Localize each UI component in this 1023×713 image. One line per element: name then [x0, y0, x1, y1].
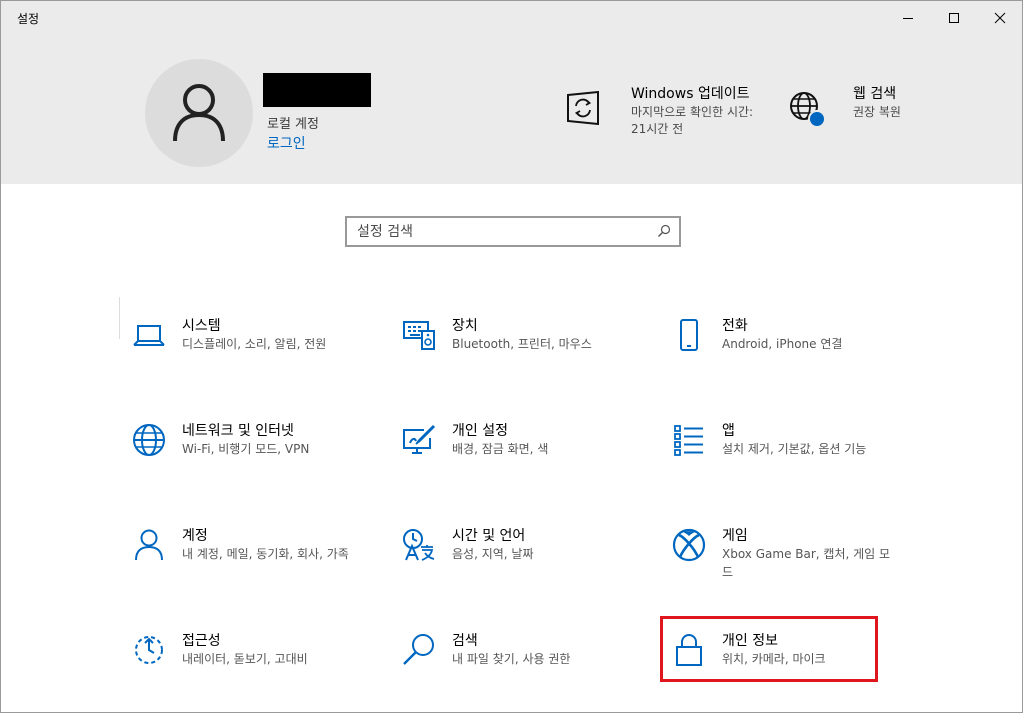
- tile-title: 장치: [452, 318, 478, 334]
- globe-icon: [790, 92, 826, 128]
- tile-title: 계정: [182, 528, 208, 544]
- maximize-icon: [949, 13, 959, 23]
- tile-subtitle: 내 파일 찾기, 사용 권한: [452, 652, 571, 666]
- close-button[interactable]: [977, 1, 1022, 35]
- maximize-button[interactable]: [931, 1, 977, 35]
- tile-system[interactable]: 시스템 디스플레이, 소리, 알림, 전원: [131, 315, 381, 385]
- tile-title: 개인 정보: [722, 633, 778, 649]
- devices-icon: [401, 317, 437, 353]
- tile-subtitle: 내레이터, 돋보기, 고대비: [182, 652, 308, 666]
- laptop-icon: [131, 317, 167, 353]
- tile-subtitle: 음성, 지역, 날짜: [452, 547, 534, 561]
- web-search-shortcut[interactable]: 웹 검색 권장 복원: [783, 77, 923, 147]
- tile-network[interactable]: 네트워크 및 인터넷 Wi-Fi, 비행기 모드, VPN: [131, 420, 381, 490]
- tile-title: 검색: [452, 633, 478, 649]
- windows-update-status: 마지막으로 확인한 시간: 21시간 전: [631, 105, 754, 136]
- lock-icon: [671, 632, 707, 668]
- tile-phone[interactable]: 전화 Android, iPhone 연결: [671, 315, 921, 385]
- search-input[interactable]: [347, 218, 679, 245]
- avatar[interactable]: [145, 59, 253, 167]
- tile-personalization[interactable]: 개인 설정 배경, 잠금 화면, 색: [401, 420, 651, 490]
- tile-search[interactable]: 검색 내 파일 찾기, 사용 권한: [401, 630, 651, 700]
- tile-devices[interactable]: 장치 Bluetooth, 프린터, 마우스: [401, 315, 651, 385]
- settings-window: 설정 로컬 계정 로그인 Windows 업데이트 마지막으로 확인한 시간: …: [0, 0, 1023, 713]
- account-type-label: 로컬 계정: [267, 117, 319, 132]
- tile-subtitle: Bluetooth, 프린터, 마우스: [452, 337, 592, 351]
- tile-subtitle: 내 계정, 메일, 동기화, 회사, 가족: [182, 547, 349, 561]
- phone-icon: [671, 317, 707, 353]
- minimize-button[interactable]: [885, 1, 931, 35]
- tile-subtitle: 위치, 카메라, 마이크: [722, 652, 826, 666]
- web-search-title: 웹 검색: [853, 86, 897, 102]
- tile-title: 전화: [722, 318, 748, 334]
- personalization-icon: [401, 422, 437, 458]
- globe-icon: [131, 422, 167, 458]
- tile-subtitle: Android, iPhone 연결: [722, 337, 843, 351]
- xbox-icon: [671, 527, 707, 563]
- tile-gaming[interactable]: 게임 Xbox Game Bar, 캡처, 게임 모드: [671, 525, 921, 595]
- tile-title: 시간 및 언어: [452, 528, 526, 544]
- tile-title: 시스템: [182, 318, 221, 334]
- tile-subtitle: 디스플레이, 소리, 알림, 전원: [182, 337, 327, 351]
- magnifier-icon: [658, 224, 671, 237]
- divider: [119, 297, 120, 339]
- username-redacted: [263, 73, 371, 107]
- windows-update-shortcut[interactable]: Windows 업데이트 마지막으로 확인한 시간: 21시간 전: [561, 77, 761, 147]
- accessibility-icon: [131, 632, 167, 668]
- account-header: 로컬 계정 로그인 Windows 업데이트 마지막으로 확인한 시간: 21시…: [1, 35, 1022, 184]
- tile-subtitle: Xbox Game Bar, 캡처, 게임 모드: [722, 547, 891, 579]
- window-title: 설정: [17, 12, 40, 26]
- apps-list-icon: [671, 422, 707, 458]
- tile-subtitle: 배경, 잠금 화면, 색: [452, 442, 549, 456]
- tile-accessibility[interactable]: 접근성 내레이터, 돋보기, 고대비: [131, 630, 381, 700]
- sync-icon: [567, 91, 599, 125]
- login-link[interactable]: 로그인: [267, 133, 306, 153]
- time-language-icon: [401, 527, 437, 563]
- windows-update-title: Windows 업데이트: [631, 86, 750, 102]
- tile-title: 네트워크 및 인터넷: [182, 423, 294, 439]
- tile-time-language[interactable]: 시간 및 언어 음성, 지역, 날짜: [401, 525, 651, 595]
- tile-title: 개인 설정: [452, 423, 508, 439]
- minimize-icon: [903, 18, 913, 19]
- tile-subtitle: Wi-Fi, 비행기 모드, VPN: [182, 442, 310, 456]
- tile-accounts[interactable]: 계정 내 계정, 메일, 동기화, 회사, 가족: [131, 525, 381, 595]
- tile-title: 앱: [722, 423, 735, 439]
- tile-title: 게임: [722, 528, 748, 544]
- close-icon: [994, 12, 1006, 24]
- search-icon: [401, 632, 437, 668]
- tile-title: 접근성: [182, 633, 221, 649]
- web-search-subtitle: 권장 복원: [853, 105, 901, 119]
- person-icon: [173, 84, 225, 142]
- tile-privacy[interactable]: 개인 정보 위치, 카메라, 마이크: [671, 630, 921, 700]
- tile-subtitle: 설치 제거, 기본값, 옵션 기능: [722, 442, 867, 456]
- tile-apps[interactable]: 앱 설치 제거, 기본값, 옵션 기능: [671, 420, 921, 490]
- title-bar[interactable]: 설정: [1, 1, 1022, 35]
- person-icon: [131, 527, 167, 563]
- settings-search[interactable]: [345, 216, 681, 247]
